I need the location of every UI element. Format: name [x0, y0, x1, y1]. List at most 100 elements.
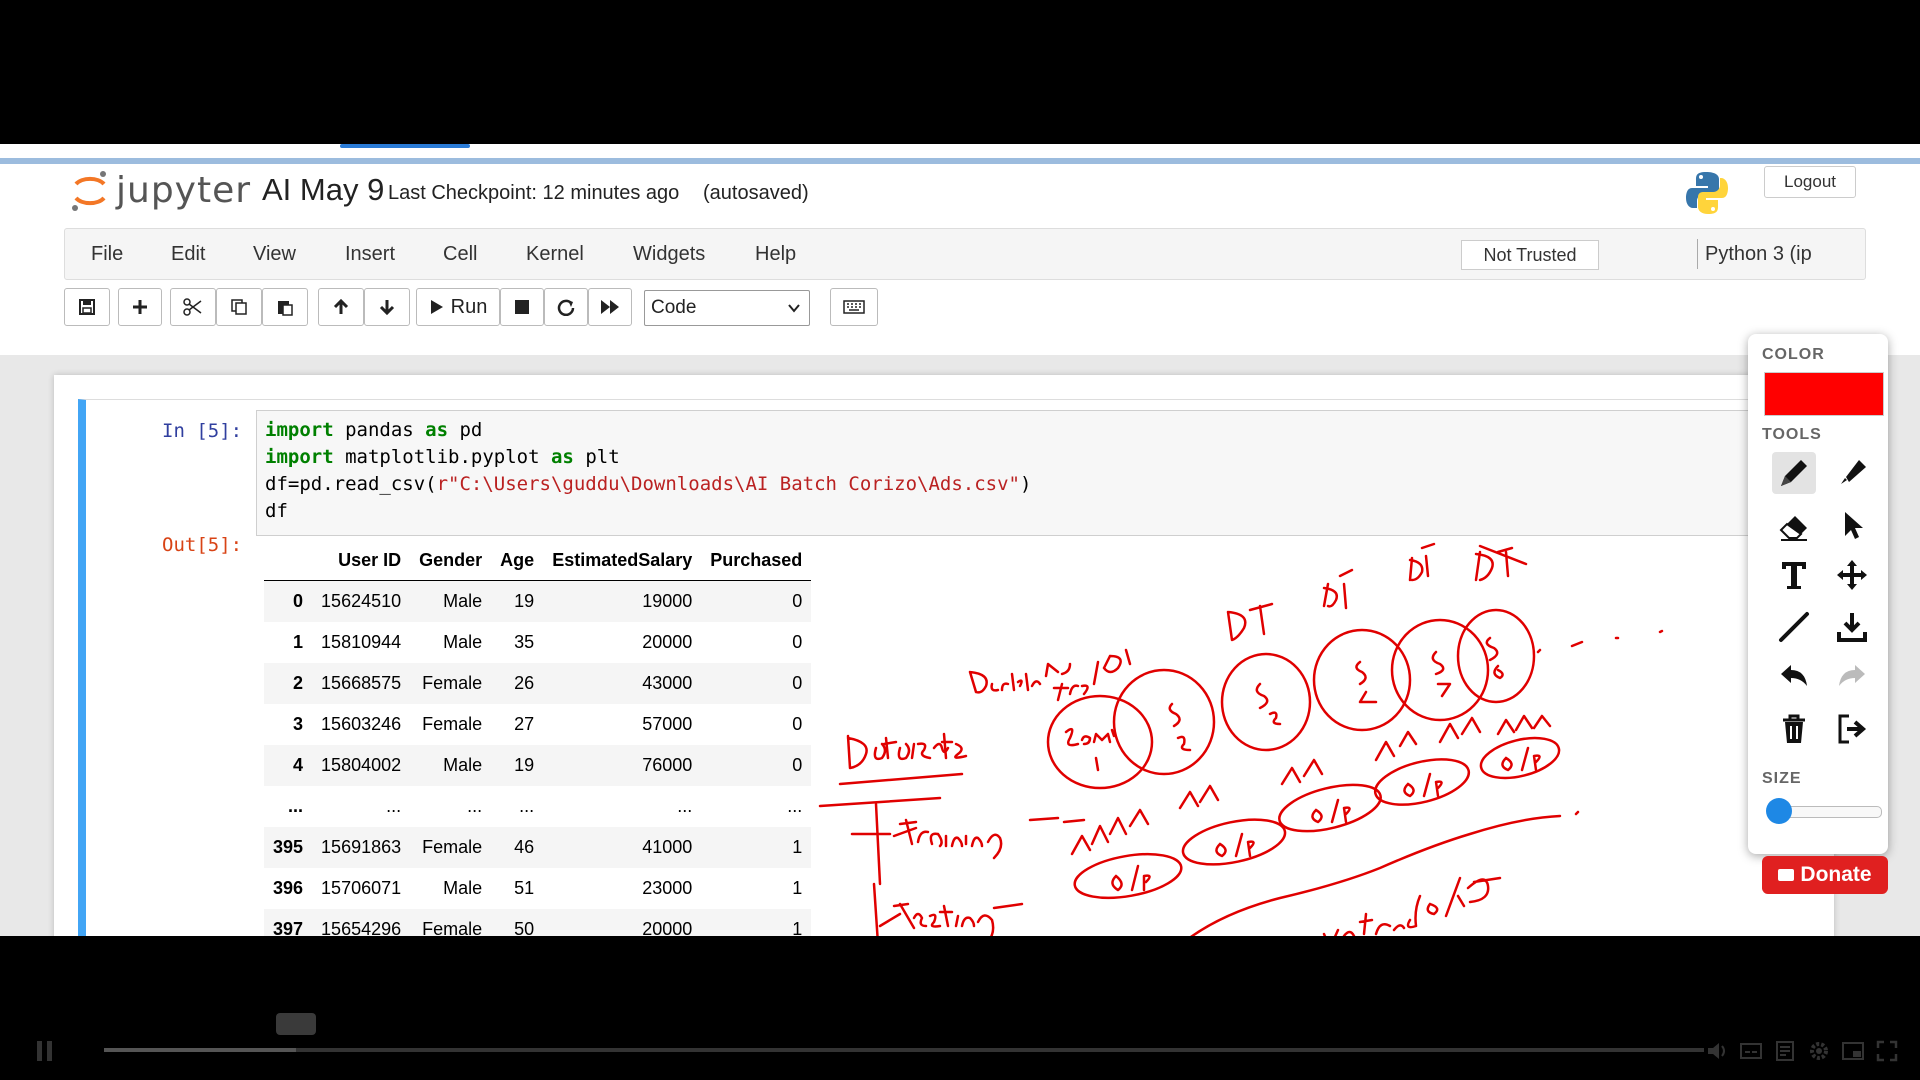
donate-button[interactable]: Donate [1762, 856, 1888, 894]
coffee-cup-icon [1778, 869, 1795, 881]
logout-button[interactable]: Logout [1764, 166, 1856, 198]
kernel-separator [1697, 239, 1698, 269]
menu-bar: File Edit View Insert Cell Kernel Widget… [64, 228, 1866, 280]
table-row: 3 15603246 Female 27 57000 0 [264, 704, 811, 745]
table-row: 1 15810944 Male 35 20000 0 [264, 622, 811, 663]
menu-edit[interactable]: Edit [171, 243, 205, 266]
eraser-tool[interactable] [1772, 504, 1816, 546]
table-cell: 15668575 [312, 663, 411, 704]
kernel-indicator[interactable]: Python 3 (ip [1705, 243, 1812, 266]
table-cell: Male [443, 632, 483, 652]
notebook-page: In [5]: import pandas as pd import matpl… [54, 375, 1834, 936]
color-swatch[interactable] [1764, 372, 1884, 416]
save-icon [79, 299, 95, 315]
notebook-title[interactable]: AI May 9 [262, 172, 384, 208]
clear-tool[interactable] [1772, 708, 1816, 750]
cut-button[interactable] [170, 288, 216, 326]
cell-type-value: Code [651, 297, 697, 318]
code-text: df=pd.read_csv( [265, 473, 437, 495]
python-logo-icon [1686, 172, 1728, 214]
pointer-icon [1845, 512, 1863, 539]
menu-cell[interactable]: Cell [443, 243, 477, 266]
paste-button[interactable] [262, 288, 308, 326]
transcript-icon[interactable] [1774, 1040, 1796, 1062]
table-cell: 57000 [642, 714, 693, 734]
cell-type-select[interactable]: Code [644, 290, 810, 326]
fullscreen-icon[interactable] [1876, 1040, 1898, 1062]
dataframe-table: User ID Gender Age EstimatedSalary Purch… [264, 540, 812, 936]
row-index: ... [288, 796, 304, 816]
insert-cell-button[interactable] [118, 288, 162, 326]
undo-tool[interactable] [1772, 656, 1816, 698]
code-keyword: as [425, 419, 449, 441]
save-button[interactable] [64, 288, 110, 326]
copy-button[interactable] [216, 288, 262, 326]
output-prompt: Out[5]: [162, 534, 243, 556]
video-progress-track[interactable] [104, 1048, 1704, 1052]
table-cell: Male [410, 580, 492, 622]
restart-button[interactable] [544, 288, 588, 326]
picture-in-picture-icon[interactable] [1842, 1040, 1864, 1062]
size-slider-thumb[interactable] [1765, 798, 1792, 824]
stop-icon [515, 300, 529, 314]
code-cell[interactable]: In [5]: import pandas as pd import matpl… [78, 399, 1816, 936]
screen: jupyter AI May 9 Last Checkpoint: 12 min… [0, 144, 1920, 936]
download-tool[interactable] [1830, 606, 1874, 648]
code-editor[interactable]: import pandas as pd import matplotlib.py… [256, 410, 1816, 536]
table-cell: 23000 [642, 878, 693, 898]
table-cell: 0 [701, 745, 812, 786]
restart-icon [557, 299, 575, 316]
pause-icon[interactable] [36, 1040, 54, 1062]
table-cell: 20000 [543, 909, 702, 936]
table-row: .................. [264, 786, 811, 827]
table-cell: 27 [514, 714, 535, 734]
code-keyword: as [550, 446, 574, 468]
menu-help[interactable]: Help [755, 243, 796, 266]
menu-file[interactable]: File [91, 243, 123, 266]
captions-icon[interactable] [1740, 1040, 1762, 1062]
jupyter-wordmark[interactable]: jupyter [116, 170, 251, 211]
table-cell: ... [787, 796, 803, 816]
table-cell: 19 [491, 745, 544, 786]
video-player-controls [0, 1013, 1920, 1080]
jupyter-logo-icon[interactable] [70, 168, 110, 214]
row-index: 4 [264, 745, 313, 786]
table-row: 4 15804002 Male 19 76000 0 [264, 745, 812, 786]
move-tool[interactable] [1830, 554, 1874, 596]
pencil-tool[interactable] [1772, 452, 1816, 494]
highlighter-tool[interactable] [1830, 452, 1874, 494]
table-cell: 26 [491, 663, 544, 704]
interrupt-button[interactable] [500, 288, 544, 326]
line-tool[interactable] [1772, 606, 1816, 648]
menu-insert[interactable]: Insert [345, 243, 395, 266]
run-button[interactable]: Run [416, 288, 500, 326]
table-cell: Female [410, 827, 492, 868]
volume-icon[interactable] [1706, 1040, 1728, 1062]
menu-view[interactable]: View [253, 243, 296, 266]
code-line-1: import pandas as pd [265, 417, 1807, 444]
table-cell: 1 [701, 827, 812, 868]
trust-status-badge[interactable]: Not Trusted [1461, 240, 1599, 270]
settings-gear-icon[interactable] [1808, 1040, 1830, 1062]
menu-kernel[interactable]: Kernel [526, 243, 584, 266]
command-palette-button[interactable] [830, 288, 878, 326]
notebook-header: jupyter AI May 9 Last Checkpoint: 12 min… [0, 164, 1920, 375]
restart-run-all-button[interactable] [588, 288, 632, 326]
table-header-row: User ID Gender Age EstimatedSalary Purch… [264, 540, 812, 581]
pointer-tool[interactable] [1830, 504, 1874, 546]
table-cell: 20000 [642, 632, 693, 652]
text-tool[interactable] [1772, 554, 1816, 596]
move-cell-up-button[interactable] [318, 288, 364, 326]
row-index: 397 [264, 909, 313, 936]
move-cell-down-button[interactable] [364, 288, 410, 326]
code-line-2: import matplotlib.pyplot as plt [265, 444, 1807, 471]
menu-widgets[interactable]: Widgets [633, 243, 705, 266]
highlighter-icon [1841, 460, 1866, 484]
table-cell: 76000 [543, 745, 702, 786]
code-string: r"C:\Users\guddu\Downloads\AI Batch Cori… [436, 473, 1020, 495]
redo-tool[interactable] [1830, 656, 1874, 698]
line-icon [1779, 612, 1809, 642]
exit-tool[interactable] [1830, 708, 1874, 750]
row-index: 1 [293, 632, 304, 652]
table-cell: 0 [792, 632, 803, 652]
